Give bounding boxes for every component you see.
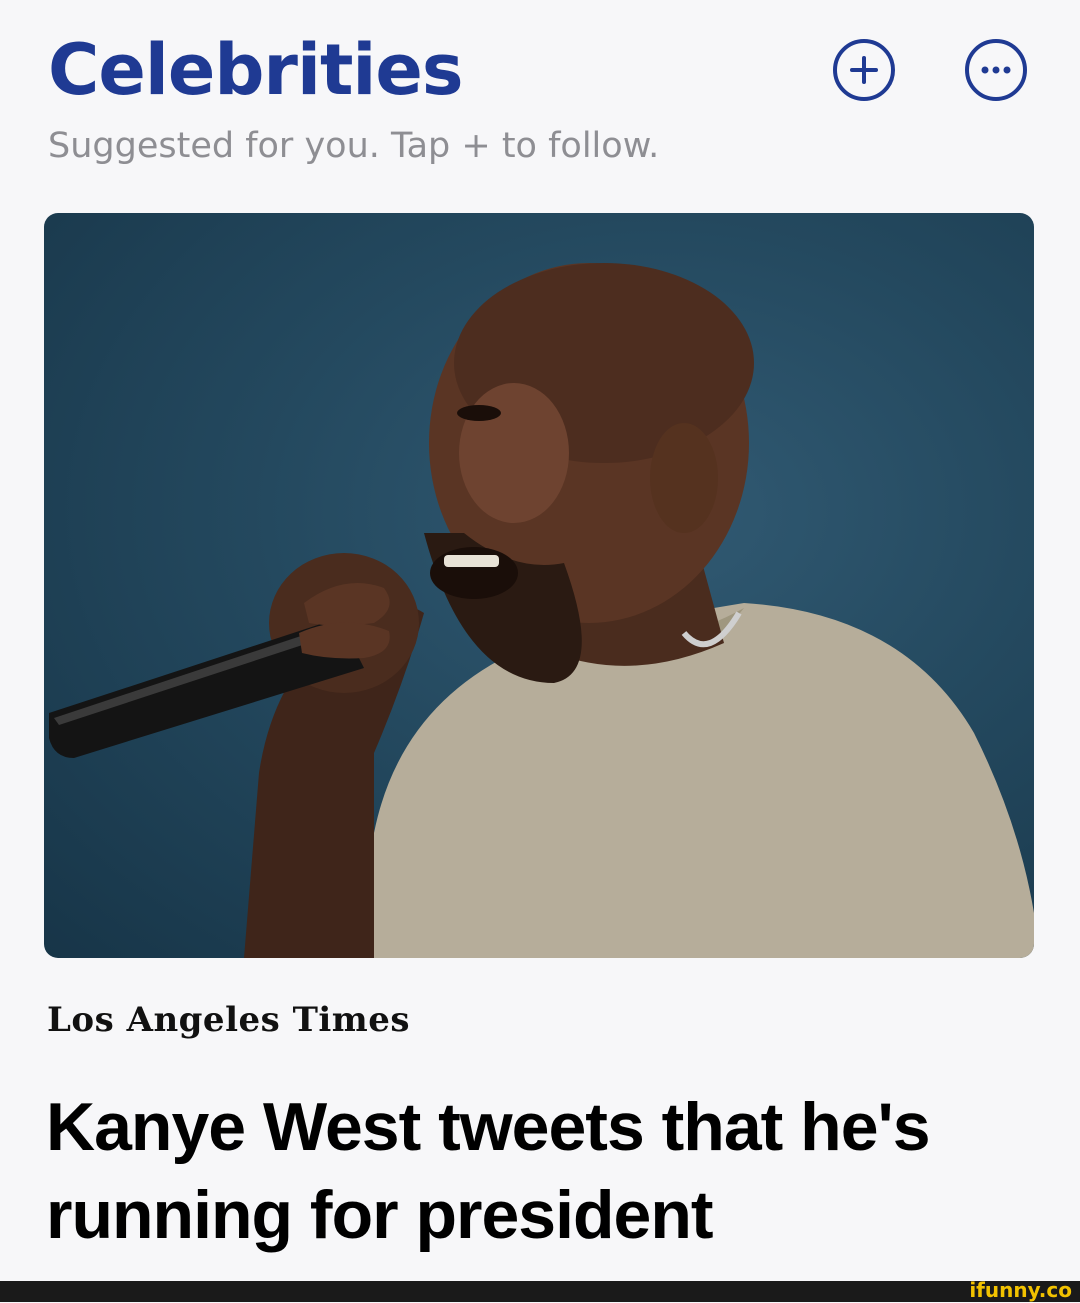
watermark: ifunny.co bbox=[969, 1278, 1072, 1302]
article-photo[interactable] bbox=[44, 213, 1034, 958]
follow-button[interactable] bbox=[833, 39, 895, 101]
ellipsis-circle-icon bbox=[981, 66, 1011, 74]
performer-image bbox=[49, 263, 1034, 958]
page-title: Celebrities bbox=[48, 29, 464, 111]
page-subtitle: Suggested for you. Tap + to follow. bbox=[48, 126, 660, 166]
article-headline[interactable]: Kanye West tweets that he's running for … bbox=[46, 1083, 1046, 1259]
more-options-button[interactable] bbox=[965, 39, 1027, 101]
footer-bar: ifunny.co bbox=[0, 1278, 1080, 1302]
news-source-logo: Los Angeles Times bbox=[47, 1000, 411, 1040]
plus-circle-icon bbox=[850, 56, 878, 84]
